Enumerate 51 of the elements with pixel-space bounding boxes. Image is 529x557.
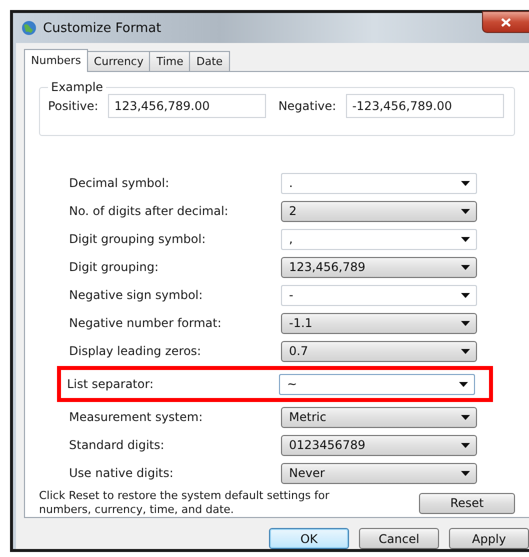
setting-label: Digit grouping symbol:: [69, 232, 207, 246]
setting-label: Measurement system:: [69, 410, 204, 424]
dropdown[interactable]: 0123456789: [281, 434, 477, 456]
dropdown[interactable]: 2: [281, 200, 477, 222]
dropdown-arrow-icon: [461, 348, 470, 354]
dropdown[interactable]: -1.1: [281, 312, 477, 334]
dropdown-arrow-icon: [461, 236, 470, 242]
setting-label: Negative sign symbol:: [69, 288, 204, 302]
dropdown-arrow-icon: [461, 470, 470, 476]
dropdown[interactable]: ~: [279, 374, 475, 394]
dropdown-arrow-icon: [461, 414, 470, 420]
field-label: Positive:: [48, 99, 98, 113]
dropdown[interactable]: Never: [281, 462, 477, 484]
reset-button[interactable]: Reset: [419, 492, 515, 514]
close-button[interactable]: [482, 11, 529, 33]
dialog-button[interactable]: Apply: [449, 528, 529, 549]
tab[interactable]: Date: [189, 51, 230, 71]
setting-label: Display leading zeros:: [69, 344, 202, 358]
dropdown-arrow-icon: [461, 442, 470, 448]
field-label: Negative:: [278, 99, 336, 113]
negative-example-field: -123,456,789.00: [346, 94, 504, 118]
close-icon: [501, 18, 511, 26]
setting-label: Digit grouping:: [69, 260, 160, 274]
tab[interactable]: Numbers: [24, 49, 88, 72]
dropdown[interactable]: Metric: [281, 406, 477, 428]
dropdown-arrow-icon: [461, 180, 470, 186]
setting-label: Standard digits:: [69, 438, 166, 452]
setting-label: List separator:: [67, 377, 154, 391]
positive-example-field: 123,456,789.00: [108, 94, 266, 118]
dropdown[interactable]: 0.7: [281, 340, 477, 362]
dropdown-arrow-icon: [461, 320, 470, 326]
dropdown-arrow-icon: [461, 292, 470, 298]
tab[interactable]: Currency: [86, 51, 150, 71]
dropdown-arrow-icon: [461, 264, 470, 270]
dropdown[interactable]: .: [281, 172, 477, 194]
dropdown-arrow-icon: [459, 382, 468, 386]
setting-label: Use native digits:: [69, 466, 174, 480]
window-title: Customize Format: [43, 20, 162, 36]
setting-label: Decimal symbol:: [69, 176, 170, 190]
globe-icon: [21, 20, 37, 36]
group-title: Example: [50, 80, 104, 94]
dropdown[interactable]: ,: [281, 228, 477, 250]
dropdown-arrow-icon: [461, 208, 470, 214]
tab[interactable]: Time: [149, 51, 190, 71]
dialog-button[interactable]: OK: [269, 528, 349, 549]
setting-label: No. of digits after decimal:: [69, 204, 230, 218]
dropdown[interactable]: 123,456,789: [281, 256, 477, 278]
setting-label: Negative number format:: [69, 316, 222, 330]
dialog-button[interactable]: Cancel: [359, 528, 439, 549]
reset-note: Click Reset to restore the system default settings for numbers, currency, time, and date.: [39, 489, 330, 517]
dropdown[interactable]: -: [281, 284, 477, 306]
